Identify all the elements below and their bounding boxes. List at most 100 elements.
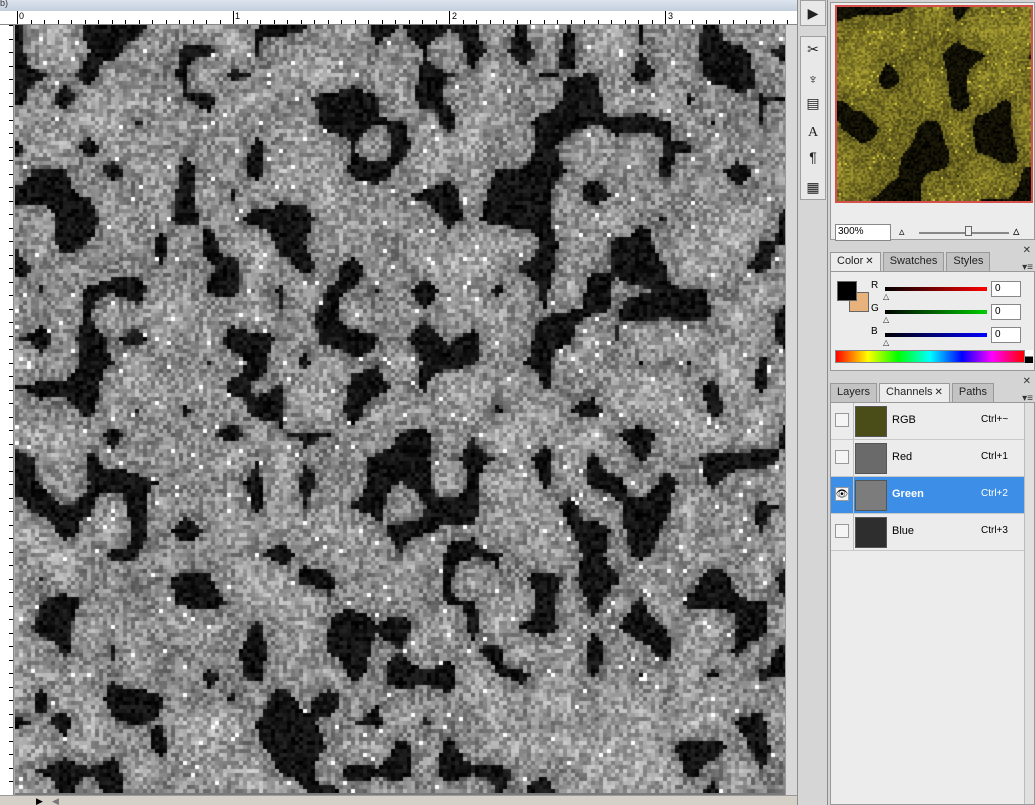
ruler-tick [462,20,464,24]
ruler-tick [692,20,693,24]
tab-styles[interactable]: Styles [946,252,991,271]
ruler-tick [422,20,423,24]
zoom-in-icon[interactable]: ▵ [1013,223,1020,239]
channel-row-green[interactable]: 👁 Green Ctrl+2 [831,477,1024,514]
visibility-toggle[interactable] [835,413,849,427]
ruler-tick [516,20,518,24]
visibility-toggle[interactable] [835,524,849,538]
document-titlebar[interactable]: b) [0,0,797,11]
channel-name: Green [892,488,924,500]
zoom-out-icon[interactable]: ▵ [899,225,905,238]
color-panel: R △ 0 G △ 0 B △ 0 [830,271,1035,371]
ruler-tick [9,565,13,566]
ruler-tick [408,20,410,24]
red-value-field[interactable]: 0 [991,281,1021,297]
ruler-tick [9,727,13,728]
channels-scrollbar[interactable] [1024,403,1034,804]
character-icon[interactable]: A [801,121,825,145]
ruler-tick [152,20,153,24]
play-action-icon[interactable]: ▶ [801,1,825,25]
ruler-tick [9,484,13,485]
channel-row-rgb[interactable]: RGB Ctrl+~ [831,403,1024,440]
zoom-slider-track[interactable] [919,232,1009,234]
color-panel-close-icon[interactable]: ✕ [1023,245,1031,256]
zoom-field[interactable]: 300% [835,224,891,241]
ruler-tick [9,241,13,242]
tools-icon[interactable]: ✂ [801,37,825,61]
ruler-tick [17,11,18,24]
green-channel-image[interactable] [15,25,785,793]
tab-close-icon[interactable]: ✕ [865,256,873,267]
ruler-tick [9,781,13,782]
channels-panel: RGB Ctrl+~ Red Ctrl+1 👁 Green Ctrl+2 Blu… [830,402,1035,805]
black-white-ramp[interactable] [1025,350,1033,363]
ruler-tick [9,713,13,715]
scroll-left-icon[interactable]: ◀ [52,796,59,805]
paragraph-icon[interactable]: ¶ [801,145,825,169]
ruler-tick [9,497,13,499]
channel-row-blue[interactable]: Blue Ctrl+3 [831,514,1024,551]
red-slider-knob-icon[interactable]: △ [883,292,889,301]
ruler-tick [206,20,207,24]
ruler-tick [9,65,13,67]
channels-panel-close-icon[interactable]: ✕ [1023,376,1031,387]
tab-label: Channels [886,386,933,398]
ruler-tick [84,20,86,24]
ruler-tick [368,20,369,24]
document-canvas[interactable] [15,25,797,795]
green-value-field[interactable]: 0 [991,304,1021,320]
ruler-tick [9,160,13,161]
blue-slider-row: B △ 0 [871,326,1031,347]
ruler-tick [30,20,32,24]
layer-comps-icon[interactable]: ▦ [801,175,825,199]
navigator-preview[interactable] [835,5,1033,203]
ruler-tick [732,20,734,24]
tab-layers[interactable]: Layers [830,383,878,402]
ruler-tick [9,416,13,418]
brushes-icon[interactable]: ▤ [801,91,825,115]
ruler-tick [530,20,531,24]
ruler-tick [665,11,666,24]
blue-value-field[interactable]: 0 [991,327,1021,343]
channels-panel-tabs: Layers Channels ✕ Paths [830,383,996,402]
tab-label: Color [837,255,864,267]
vertical-scrollbar[interactable] [785,25,797,795]
ruler-tick [786,20,788,24]
zoom-slider-thumb[interactable] [965,226,972,236]
dock-group-tools: ✂ ♆ ▤ A ¶ ▦ [800,36,826,200]
ruler-tick [651,20,653,24]
tab-close-icon[interactable]: ✕ [935,387,943,398]
ruler-tick [9,52,13,53]
channel-shortcut: Ctrl+1 [981,451,1008,462]
tab-paths[interactable]: Paths [951,383,995,402]
tab-color[interactable]: Color ✕ [830,252,881,271]
blue-slider-track[interactable] [885,333,987,337]
visibility-toggle[interactable] [835,450,849,464]
ruler-tick [503,20,504,24]
green-slider-knob-icon[interactable]: △ [883,315,889,324]
blue-slider-knob-icon[interactable]: △ [883,338,889,347]
ruler-tick [57,20,59,24]
vertical-ruler[interactable] [0,25,14,795]
ruler-tick [9,511,13,512]
ruler-tick [9,173,13,175]
red-slider-track[interactable] [885,287,987,291]
ruler-tick [557,20,558,24]
green-slider-track[interactable] [885,310,987,314]
status-menu-arrow-icon[interactable]: ▶ [36,796,43,805]
ruler-tick [773,20,774,24]
tab-swatches[interactable]: Swatches [882,252,945,271]
horizontal-ruler[interactable]: 0 1 2 3 [0,11,797,25]
clone-source-icon[interactable]: ♆ [801,67,825,91]
channel-shortcut: Ctrl+3 [981,525,1008,536]
ruler-tick [9,362,13,364]
tab-channels[interactable]: Channels ✕ [879,383,950,402]
foreground-color-swatch[interactable] [837,281,857,301]
eye-icon[interactable]: 👁 [835,487,849,501]
color-spectrum-ramp[interactable] [835,350,1025,363]
channel-row-red[interactable]: Red Ctrl+1 [831,440,1024,477]
ruler-tick [9,740,13,742]
ruler-tick [9,119,13,121]
ruler-tick [9,295,13,296]
ruler-tick [287,20,288,24]
